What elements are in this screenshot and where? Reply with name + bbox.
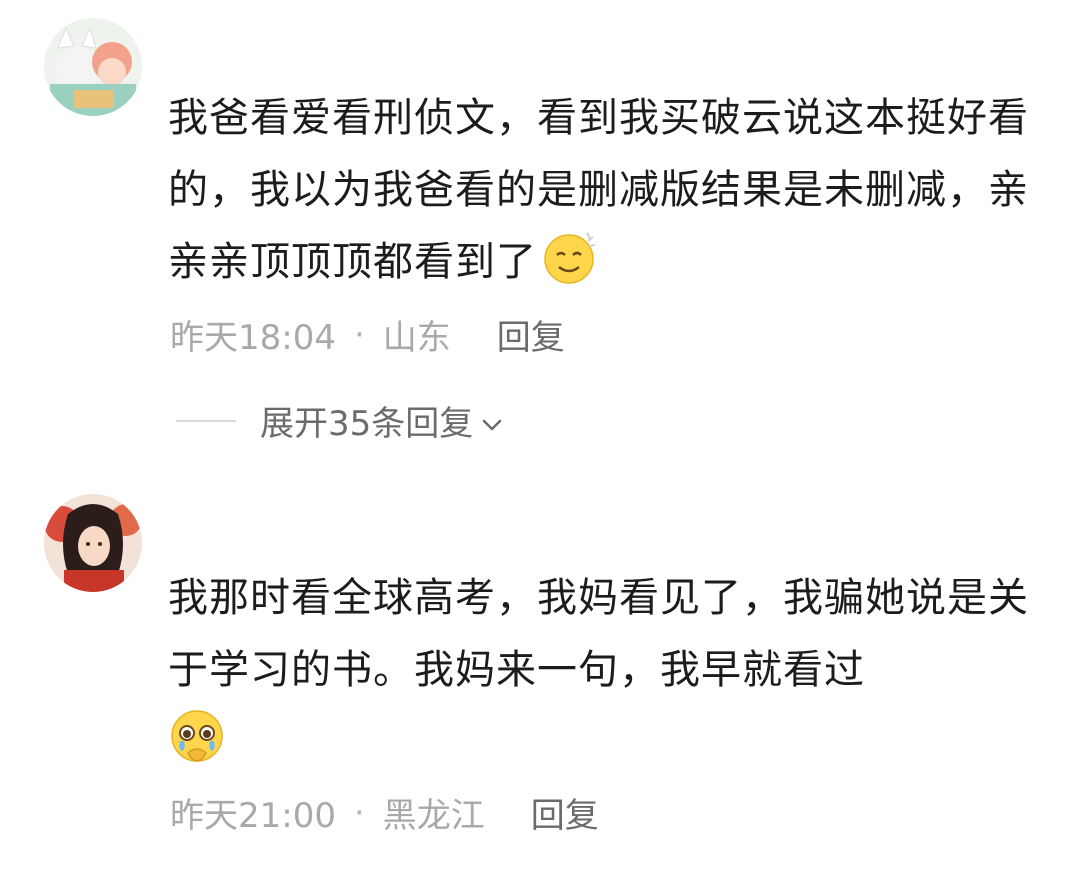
expand-replies-button[interactable]: 展开35条回复	[176, 396, 503, 445]
divider-line	[176, 419, 236, 422]
comment-meta: 昨天18:04 · 山东 回复	[170, 310, 565, 359]
meta-separator: ·	[353, 792, 365, 833]
reply-button[interactable]: 回复	[531, 788, 599, 837]
comment-time: 昨天21:00	[170, 796, 336, 836]
comment-location: 山东	[382, 318, 451, 358]
comment-time: 昨天18:04	[170, 318, 336, 358]
comment-meta: 昨天21:00 · 黑龙江 回复	[170, 788, 599, 837]
meta-separator: ·	[353, 314, 365, 355]
avatar[interactable]	[44, 494, 142, 592]
comment-text: 我那时看全球高考，我妈看见了，我骗她说是关于学习的书。我妈来一句，我早就看过	[168, 562, 1048, 778]
avatar[interactable]	[44, 18, 142, 116]
comment-text: 我爸看爱看刑侦文，看到我买破云说这本挺好看的，我以为我爸看的是删减版结果是未删减…	[168, 82, 1048, 298]
comment-location: 黑龙江	[382, 796, 485, 836]
reply-button[interactable]: 回复	[497, 310, 565, 359]
smiling-sweat-face-icon	[541, 227, 599, 285]
expand-replies-label: 展开35条回复	[260, 404, 474, 444]
comment-body: 我那时看全球高考，我妈看见了，我骗她说是关于学习的书。我妈来一句，我早就看过	[168, 575, 1029, 693]
chevron-down-icon	[481, 401, 503, 441]
pleading-crying-face-icon	[168, 707, 226, 765]
